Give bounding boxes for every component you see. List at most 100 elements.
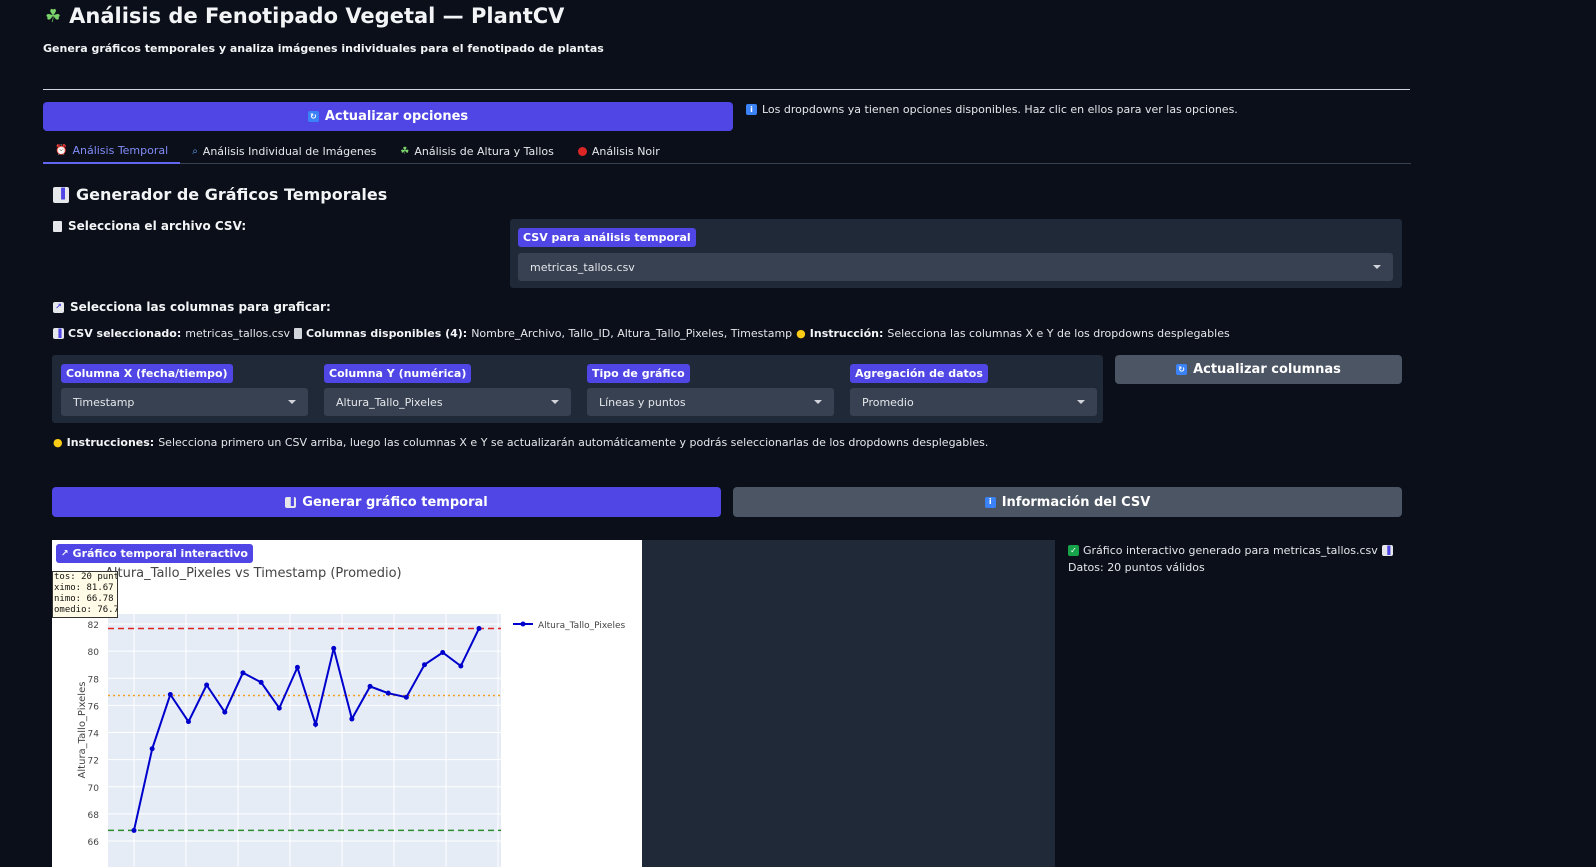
alarm-clock-icon: ⏰: [55, 145, 68, 156]
legend: Altura_Tallo_Pixeles: [513, 621, 625, 631]
page-title-text: Análisis de Fenotipado Vegetal — PlantCV: [69, 4, 565, 28]
select-csv-label: Selecciona el archivo CSV:: [53, 219, 246, 233]
data-point: [167, 692, 173, 698]
tooltip-line: ximo: 81.67: [54, 583, 114, 593]
instructions-label: Instrucciones:: [66, 436, 155, 449]
instruction-label: Instrucción:: [809, 327, 884, 340]
y-tick-label: 68: [88, 811, 100, 821]
aggregation-label: Agregación de datos: [850, 364, 988, 383]
status-line-1-text: Gráfico interactivo generado para metric…: [1083, 544, 1378, 557]
status-line-1: ✓ Gráfico interactivo generado para metr…: [1068, 542, 1393, 559]
legend-label: Altura_Tallo_Pixeles: [538, 621, 625, 631]
y-tick-label: 80: [88, 648, 100, 658]
data-point: [276, 705, 282, 711]
select-columns-label-text: Selecciona las columnas para graficar:: [70, 300, 331, 314]
y-column-dropdown[interactable]: Altura_Tallo_Pixeles: [324, 388, 571, 416]
y-tick-label: 72: [88, 757, 99, 767]
refresh-options-button[interactable]: ↻ Actualizar opciones: [43, 102, 733, 131]
instructions-line: ● Instrucciones: Selecciona primero un C…: [53, 436, 988, 449]
columns-value: Nombre_Archivo, Tallo_ID, Altura_Tallo_P…: [471, 327, 793, 340]
tab-label: Análisis Noir: [591, 145, 660, 158]
aggregation-value: Promedio: [862, 395, 914, 409]
y-tick-label: 76: [88, 702, 100, 712]
chevron-down-icon: [288, 400, 296, 404]
y-tick-label: 78: [88, 675, 100, 685]
y-column-label: Columna Y (numérica): [324, 364, 472, 383]
refresh-columns-label: Actualizar columnas: [1193, 362, 1341, 377]
data-point: [222, 709, 228, 715]
tab-analisis-noir[interactable]: Análisis Noir: [566, 140, 672, 164]
y-column-value: Altura_Tallo_Pixeles: [336, 395, 443, 409]
tab-label: Análisis Temporal: [72, 144, 169, 157]
data-point: [131, 827, 137, 833]
status-line-2: Datos: 20 puntos válidos: [1068, 561, 1205, 574]
data-point: [349, 716, 355, 722]
tooltip-line: nimo: 66.78: [54, 594, 114, 604]
info-icon: i: [746, 104, 757, 115]
instruction-value: Selecciona las columnas X e Y de los dro…: [887, 327, 1230, 340]
chart-title: Altura_Tallo_Pixeles vs Timestamp (Prome…: [105, 566, 402, 581]
bar-chart-icon: ▐: [53, 328, 64, 339]
refresh-icon: ↻: [1176, 364, 1188, 375]
chevron-down-icon: [551, 400, 559, 404]
chart-output-label-text: Gráfico temporal interactivo: [72, 547, 248, 560]
csv-selected-label: CSV seleccionado:: [68, 327, 182, 340]
chevron-down-icon: [814, 400, 822, 404]
bar-chart-icon: ▐: [285, 496, 297, 508]
lightbulb-icon: ●: [53, 436, 63, 449]
chevron-down-icon: [1373, 265, 1381, 269]
section-title-text: Generador de Gráficos Temporales: [76, 185, 388, 204]
chart-type-dropdown[interactable]: Líneas y puntos: [587, 388, 834, 416]
chart-output-background: [642, 540, 1055, 867]
x-column-value: Timestamp: [73, 395, 135, 409]
tab-analisis-altura[interactable]: ☘ Análisis de Altura y Tallos: [388, 140, 565, 164]
red-circle-icon: [577, 147, 587, 156]
page-title: ☘ Análisis de Fenotipado Vegetal — Plant…: [45, 4, 564, 28]
data-point: [403, 694, 409, 700]
checkmark-icon: ✓: [1068, 545, 1079, 556]
bar-chart-icon: ▐: [53, 186, 69, 203]
tab-analisis-individual[interactable]: ⌕ Análisis Individual de Imágenes: [180, 140, 388, 164]
tooltip-line: omedio: 76.73: [54, 605, 118, 615]
sprout-icon: ☘: [400, 146, 410, 157]
data-point: [313, 721, 319, 727]
line-chart[interactable]: Altura_Tallo_Pixeles vs Timestamp (Prome…: [52, 540, 642, 867]
refresh-icon: ↻: [307, 111, 319, 122]
chevron-down-icon: [1077, 400, 1085, 404]
data-point: [458, 663, 464, 669]
refresh-options-label: Actualizar opciones: [324, 109, 469, 124]
csv-dropdown[interactable]: metricas_tallos.csv: [518, 253, 1393, 281]
aggregation-dropdown[interactable]: Promedio: [850, 388, 1097, 416]
chart-status: ✓ Gráfico interactivo generado para metr…: [1068, 542, 1393, 576]
dropdown-hint-text: Los dropdowns ya tienen opciones disponi…: [762, 103, 1238, 116]
legend-marker: [520, 621, 526, 627]
csv-info-line: ▐ CSV seleccionado: metricas_tallos.csv …: [53, 327, 1230, 340]
data-point: [149, 746, 155, 752]
y-tick-label: 70: [88, 784, 100, 794]
select-columns-label: ↗ Selecciona las columnas para graficar:: [53, 300, 331, 314]
clipboard-icon: [294, 328, 303, 339]
tab-label: Análisis de Altura y Tallos: [414, 145, 554, 158]
app-root: ☘ Análisis de Fenotipado Vegetal — Plant…: [0, 0, 1596, 867]
csv-info-button[interactable]: i Información del CSV: [733, 487, 1402, 517]
tab-bar: ⏰ Análisis Temporal ⌕ Análisis Individua…: [43, 140, 1411, 164]
info-icon: i: [984, 496, 996, 508]
x-column-field: Columna X (fecha/tiempo) Timestamp: [61, 362, 308, 416]
magnifier-icon: ⌕: [192, 146, 198, 157]
tab-analisis-temporal[interactable]: ⏰ Análisis Temporal: [43, 140, 181, 164]
x-column-dropdown[interactable]: Timestamp: [61, 388, 308, 416]
csv-selector-panel: CSV para análisis temporal metricas_tall…: [510, 219, 1402, 288]
csv-field-label: CSV para análisis temporal: [518, 228, 696, 247]
data-point: [240, 670, 246, 676]
section-title: ▐ Generador de Gráficos Temporales: [53, 185, 387, 204]
data-point: [204, 682, 210, 688]
y-tick-label: 82: [88, 621, 99, 631]
refresh-columns-button[interactable]: ↻ Actualizar columnas: [1115, 355, 1402, 384]
chart-output-label: ↗ Gráfico temporal interactivo: [56, 544, 253, 563]
generate-chart-button[interactable]: ▐ Generar gráfico temporal: [52, 487, 721, 517]
data-point: [258, 679, 264, 685]
columns-label: Columnas disponibles (4):: [306, 327, 468, 340]
dropdown-hint: i Los dropdowns ya tienen opciones dispo…: [746, 103, 1238, 116]
chart-type-value: Líneas y puntos: [599, 395, 686, 409]
tooltip-line: tos: 20 puntos: [54, 572, 117, 582]
